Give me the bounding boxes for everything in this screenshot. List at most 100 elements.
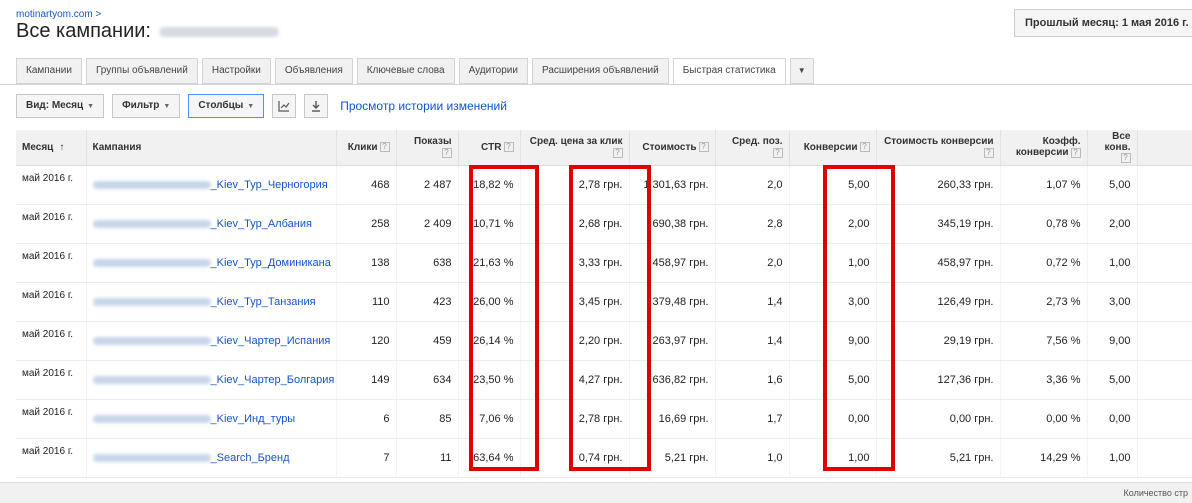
columns-label: Столбцы <box>198 100 244 111</box>
cell-campaign[interactable]: _Kiev_Тур_Черногория <box>86 165 337 205</box>
col-header-campaign[interactable]: Кампания <box>86 130 337 166</box>
col-header-avg-cpc[interactable]: Сред. цена за клик? <box>520 130 630 166</box>
cell-avg-cpc: 2,78 грн. <box>520 399 630 439</box>
help-icon[interactable]: ? <box>698 142 709 153</box>
cell-avg-cpc: 0,74 грн. <box>520 438 630 478</box>
cell-conversion-rate: 0,78 % <box>1000 204 1088 244</box>
help-icon[interactable]: ? <box>859 142 870 153</box>
download-button[interactable] <box>304 94 329 118</box>
cell-conversion-rate: 3,36 % <box>1000 360 1088 400</box>
cell-overflow <box>1137 165 1192 205</box>
cell-impressions: 85 <box>396 399 459 439</box>
help-icon[interactable]: ? <box>983 147 994 158</box>
cell-cost-per-conversion: 5,21 грн. <box>876 438 1001 478</box>
cell-clicks: 6 <box>336 399 397 439</box>
col-header-avg-pos[interactable]: Сред. поз.? <box>715 130 790 166</box>
cell-clicks: 120 <box>336 321 397 361</box>
help-icon[interactable]: ? <box>441 147 452 158</box>
campaign-link[interactable]: _Kiev_Тур_Черногория <box>211 179 328 191</box>
tab-ad-extensions[interactable]: Расширения объявлений <box>531 58 669 84</box>
help-icon[interactable]: ? <box>503 142 514 153</box>
campaign-link[interactable]: _Kiev_Чартер_Испания <box>211 335 331 347</box>
campaign-link[interactable]: _Search_Бренд <box>211 452 290 464</box>
col-header-label: Клики <box>347 141 378 153</box>
cell-ctr: 23,50 % <box>458 360 521 400</box>
col-header-clicks[interactable]: Клики? <box>336 130 397 166</box>
help-icon[interactable]: ? <box>1070 147 1081 158</box>
cell-overflow <box>1137 438 1192 478</box>
campaign-link[interactable]: _Kiev_Тур_Танзания <box>211 296 316 308</box>
tab-ad-groups[interactable]: Группы объявлений <box>85 58 198 84</box>
cell-campaign[interactable]: _Kiev_Чартер_Испания <box>86 321 337 361</box>
help-icon[interactable]: ? <box>1120 153 1131 164</box>
cell-campaign[interactable]: _Kiev_Тур_Танзания <box>86 282 337 322</box>
help-icon[interactable]: ? <box>612 147 623 158</box>
chart-toggle-button[interactable] <box>272 94 297 118</box>
cell-clicks: 7 <box>336 438 397 478</box>
filter-button[interactable]: Фильтр ▼ <box>112 94 181 118</box>
cell-all-conversions: 3,00 <box>1087 282 1138 322</box>
cell-overflow <box>1137 321 1192 361</box>
cell-avg-pos: 1,6 <box>715 360 790 400</box>
campaign-link[interactable]: _Kiev_Тур_Албания <box>211 218 312 230</box>
cell-cost: 1 301,63 грн. <box>629 165 716 205</box>
cell-conversion-rate: 2,73 % <box>1000 282 1088 322</box>
campaign-link[interactable]: _Kiev_Тур_Доминикана <box>211 257 331 269</box>
col-header-cost-per-conversion[interactable]: Стоимость конверсии? <box>876 130 1001 166</box>
cell-overflow <box>1137 360 1192 400</box>
col-header-cost[interactable]: Стоимость? <box>629 130 716 166</box>
change-history-link[interactable]: Просмотр истории изменений <box>340 99 507 113</box>
redacted-account-name <box>158 26 279 37</box>
cell-campaign[interactable]: _Kiev_Инд_туры <box>86 399 337 439</box>
cell-campaign[interactable]: _Search_Бренд <box>86 438 337 478</box>
cell-avg-cpc: 2,68 грн. <box>520 204 630 244</box>
col-header-impressions[interactable]: Показы? <box>396 130 459 166</box>
cell-impressions: 2 409 <box>396 204 459 244</box>
col-header-label: Сред. цена за клик <box>529 136 623 148</box>
table-row: май 2016 г. _Kiev_Тур_Доминикана 138 638 21,… <box>16 243 1192 283</box>
table-row: май 2016 г. _Search_Бренд 7 11 63,64 % 0,74 г… <box>16 438 1192 478</box>
col-header-ctr[interactable]: CTR? <box>458 130 521 166</box>
cell-conversions: 1,00 <box>789 438 877 478</box>
tab-quick-stats[interactable]: Быстрая статистика <box>672 58 786 85</box>
col-header-conversions[interactable]: Конверсии? <box>789 130 877 166</box>
chevron-down-icon: ▼ <box>797 66 806 75</box>
cell-overflow <box>1137 243 1192 283</box>
cell-impressions: 2 487 <box>396 165 459 205</box>
help-icon[interactable]: ? <box>772 147 783 158</box>
tab-audiences[interactable]: Аудитории <box>458 58 528 84</box>
col-header-conversion-rate[interactable]: Коэфф. конверсии? <box>1000 130 1088 166</box>
view-segment-button[interactable]: Вид: Месяц ▼ <box>16 94 105 118</box>
stats-table: Месяц ↑ Кампания Клики? Показы? CTR? Сред… <box>16 130 1192 478</box>
cell-impressions: 11 <box>396 438 459 478</box>
cell-month: май 2016 г. <box>16 438 87 478</box>
cell-cost: 5,21 грн. <box>629 438 716 478</box>
cell-all-conversions: 9,00 <box>1087 321 1138 361</box>
cell-conversion-rate: 7,56 % <box>1000 321 1088 361</box>
table-row: май 2016 г. _Kiev_Тур_Черногория 468 2 487 1… <box>16 165 1192 205</box>
cell-campaign[interactable]: _Kiev_Тур_Доминикана <box>86 243 337 283</box>
redacted-campaign-prefix <box>92 297 211 306</box>
col-header-all-conversions[interactable]: Все конв.? <box>1087 130 1138 166</box>
cell-conversions: 9,00 <box>789 321 877 361</box>
table-row: май 2016 г. _Kiev_Тур_Танзания 110 423 26,00… <box>16 282 1192 322</box>
tab-ads[interactable]: Объявления <box>274 58 353 84</box>
cell-overflow <box>1137 204 1192 244</box>
col-header-label: Все конв. <box>1104 130 1131 153</box>
campaign-link[interactable]: _Kiev_Инд_туры <box>211 413 296 425</box>
columns-button[interactable]: Столбцы ▼ <box>188 94 265 118</box>
tabs-more-dropdown[interactable]: ▼ <box>789 58 814 84</box>
cell-campaign[interactable]: _Kiev_Тур_Албания <box>86 204 337 244</box>
cell-campaign[interactable]: _Kiev_Чартер_Болгария <box>86 360 337 400</box>
tab-campaigns[interactable]: Кампании <box>16 58 82 84</box>
date-range-selector[interactable]: Прошлый месяц: 1 мая 2016 г. - <box>1014 9 1192 37</box>
cell-all-conversions: 5,00 <box>1087 165 1138 205</box>
help-icon[interactable]: ? <box>379 142 390 153</box>
chevron-down-icon: ▼ <box>163 103 171 110</box>
cell-cost-per-conversion: 458,97 грн. <box>876 243 1001 283</box>
tab-keywords[interactable]: Ключевые слова <box>356 58 455 84</box>
campaign-link[interactable]: _Kiev_Чартер_Болгария <box>211 374 335 386</box>
breadcrumb[interactable]: motinartyom.com > <box>16 9 101 20</box>
tab-settings[interactable]: Настройки <box>201 58 271 84</box>
col-header-month[interactable]: Месяц ↑ <box>16 130 87 166</box>
